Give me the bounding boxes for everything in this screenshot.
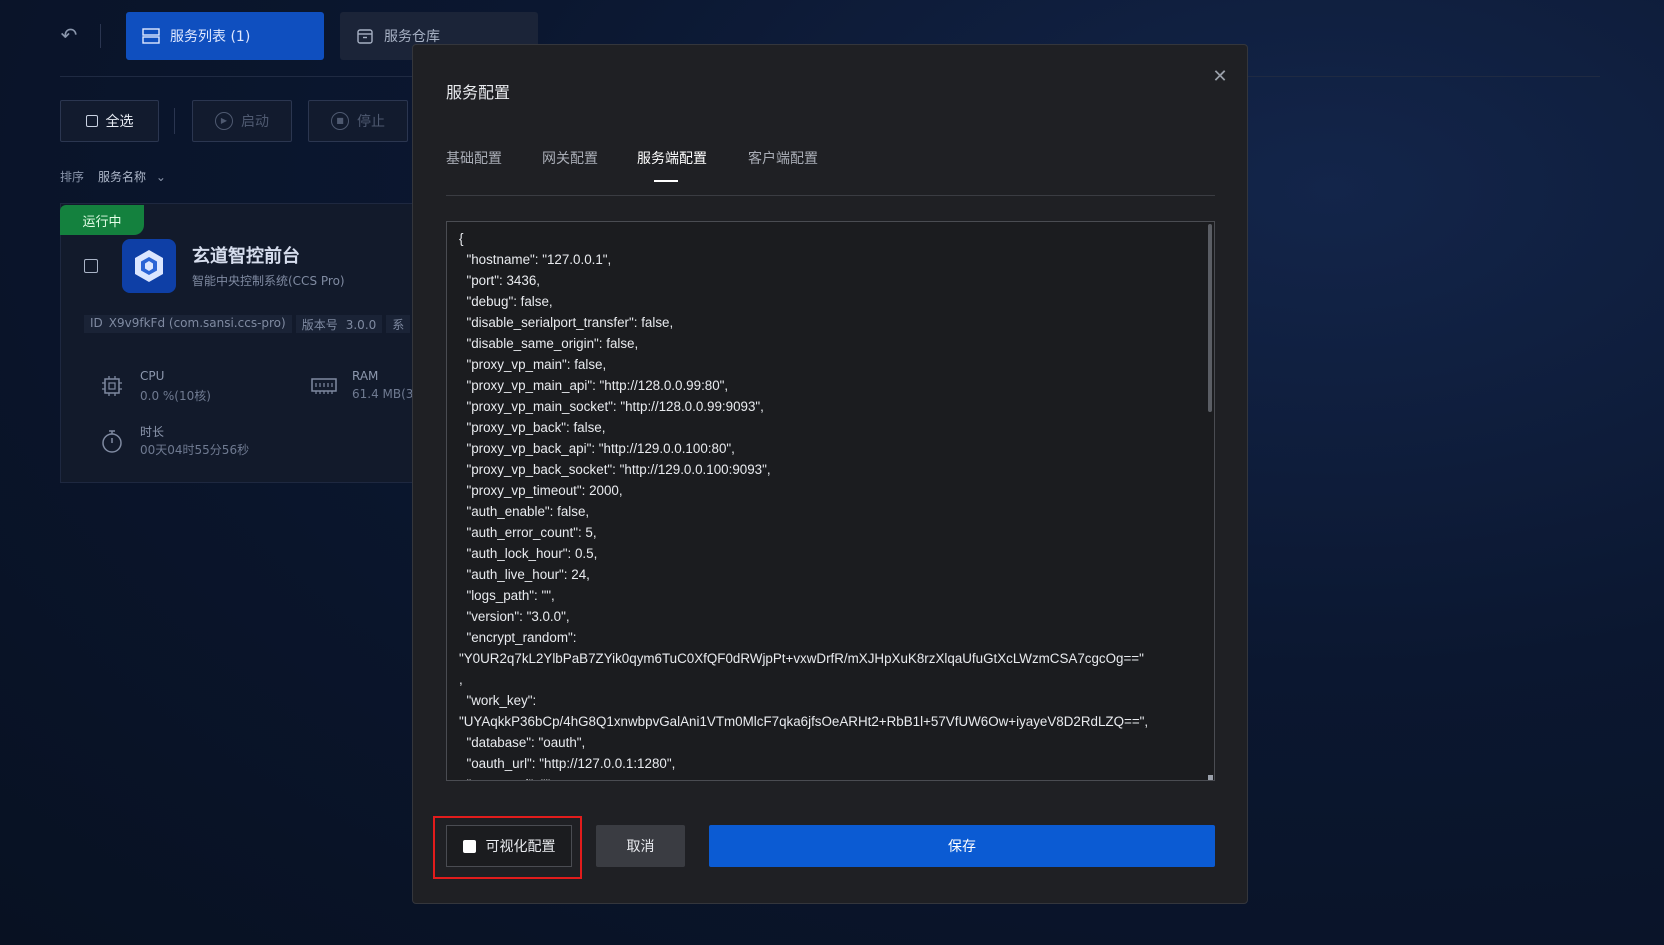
id-tag: ID X9v9fkFd (com.sansi.ccs-pro)	[84, 315, 292, 333]
dialog-title: 服务配置	[446, 83, 511, 102]
cpu-label: CPU	[140, 369, 165, 383]
warehouse-icon	[357, 29, 373, 44]
cpu-value: 0.0 %(10核)	[140, 389, 211, 403]
visual-config-label: 可视化配置	[485, 839, 556, 855]
hexagon-logo-icon	[135, 250, 163, 282]
undo-arrow-icon: ↶	[60, 23, 78, 47]
sort-dropdown[interactable]: 服务名称 ⌄	[98, 168, 166, 185]
service-description: 智能中央控制系统(CCS Pro)	[192, 274, 345, 288]
server-list-icon	[142, 28, 160, 44]
editor-resize-handle[interactable]	[1208, 775, 1213, 780]
id-value: X9v9fkFd (com.sansi.ccs-pro)	[108, 316, 286, 330]
play-icon: ▶	[215, 112, 233, 130]
service-name: 玄道智控前台	[192, 246, 300, 267]
toolbar-divider	[174, 108, 175, 134]
back-button[interactable]: ↶	[58, 24, 80, 46]
config-json-editor[interactable]: { "hostname": "127.0.0.1", "port": 3436,…	[446, 221, 1215, 781]
ram-label: RAM	[352, 369, 379, 383]
select-all-button[interactable]: 全选	[60, 100, 159, 142]
close-button[interactable]: ✕	[1210, 66, 1230, 87]
header-divider	[100, 24, 101, 48]
start-button[interactable]: ▶ 启动	[192, 100, 292, 142]
stop-button[interactable]: ■ 停止	[308, 100, 408, 142]
extra-tag: 系	[386, 315, 411, 333]
tab-server-config[interactable]: 服务端配置	[637, 148, 707, 168]
config-json-text: { "hostname": "127.0.0.1", "port": 3436,…	[459, 231, 1149, 780]
version-tag: 版本号 3.0.0	[295, 315, 383, 333]
select-all-checkbox	[85, 115, 98, 127]
uptime-label: 时长	[140, 425, 165, 439]
version-label: 版本号	[301, 318, 338, 332]
visual-config-toggle[interactable]: 可视化配置	[446, 825, 572, 867]
close-icon: ✕	[1212, 66, 1228, 87]
tab-service-list[interactable]: 服务列表 (1)	[126, 12, 324, 60]
stop-label: 停止	[357, 114, 385, 130]
tab-client-config[interactable]: 客户端配置	[748, 148, 818, 168]
service-meta-row: ID X9v9fkFd (com.sansi.ccs-pro) 版本号 3.0.0 …	[84, 315, 414, 333]
tab-gateway-config[interactable]: 网关配置	[542, 148, 598, 168]
sort-label: 排序	[60, 170, 85, 184]
cpu-icon	[100, 374, 124, 402]
start-label: 启动	[241, 114, 269, 130]
tab-basic-config[interactable]: 基础配置	[446, 148, 502, 168]
ram-value: 61.4 MB(32	[352, 387, 422, 401]
visual-config-checkbox[interactable]	[462, 839, 476, 853]
tab-service-warehouse-label: 服务仓库	[384, 29, 440, 45]
tab-divider	[446, 195, 1215, 196]
app-logo	[122, 239, 176, 293]
active-tab-indicator	[654, 180, 678, 182]
cancel-button[interactable]: 取消	[596, 825, 685, 867]
id-label: ID	[90, 316, 103, 330]
status-badge: 运行中	[60, 205, 144, 235]
chevron-down-icon: ⌄	[155, 170, 166, 184]
ram-icon	[311, 376, 337, 400]
service-select-checkbox[interactable]	[84, 259, 98, 273]
tab-service-list-label: 服务列表 (1)	[170, 29, 251, 45]
stopwatch-icon	[100, 428, 124, 458]
stop-icon: ■	[331, 112, 349, 130]
select-all-label: 全选	[105, 114, 134, 130]
save-button[interactable]: 保存	[709, 825, 1215, 867]
editor-scrollbar[interactable]	[1208, 224, 1212, 412]
uptime-value: 00天04时55分56秒	[140, 443, 250, 457]
version-value: 3.0.0	[345, 318, 377, 332]
sort-value: 服务名称	[98, 170, 147, 184]
